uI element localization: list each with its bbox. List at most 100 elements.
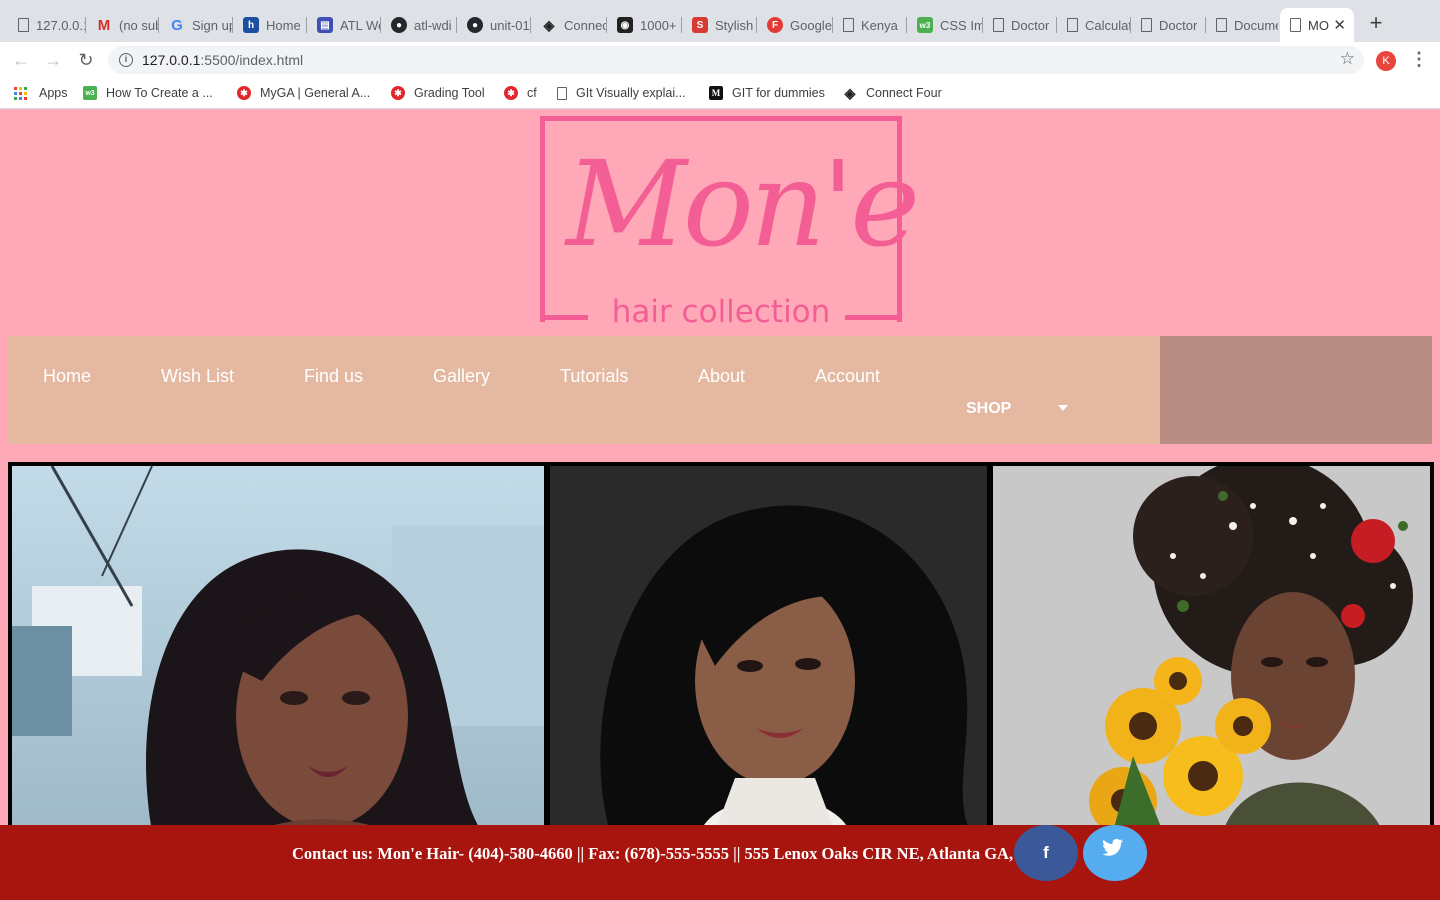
browser-tab[interactable]: ▤ ATL Web <box>307 8 381 42</box>
w3-icon: w3 <box>917 17 933 33</box>
browser-tab[interactable]: M (no subject) <box>86 8 159 42</box>
page-icon <box>1216 18 1227 32</box>
codepen-icon: ◈ <box>543 16 555 33</box>
page-icon <box>18 18 29 32</box>
facebook-icon[interactable]: f <box>1014 825 1078 881</box>
page-icon <box>557 86 567 100</box>
navbar-side-panel <box>1160 336 1432 444</box>
ga-icon: ✱ <box>504 86 518 100</box>
bookmark-item[interactable]: ◈ Connect Four <box>843 84 942 102</box>
tab-title: MO <box>1308 17 1329 33</box>
layout-icon: ▤ <box>317 17 333 33</box>
browser-tab[interactable]: Document <box>1206 8 1278 42</box>
close-tab-icon[interactable]: ✕ <box>1333 16 1346 34</box>
page-icon <box>1290 18 1301 32</box>
codepen-icon: ◈ <box>844 84 856 101</box>
browser-tab[interactable]: 127.0.0.1 <box>8 8 86 42</box>
browser-tab-active[interactable]: MO ✕ <box>1280 8 1354 42</box>
tab-title: 1000+ <box>640 17 677 33</box>
tab-title: Document <box>1234 17 1278 33</box>
google-icon: G <box>171 16 183 34</box>
browser-tab[interactable]: S Stylish <box>682 8 757 42</box>
browser-tab[interactable]: ● atl-wdi <box>381 8 457 42</box>
nav-link-home[interactable]: Home <box>43 366 91 386</box>
bookmark-apps[interactable]: Apps <box>14 84 68 102</box>
browser-tab[interactable]: Calculator <box>1057 8 1131 42</box>
github-icon: ● <box>391 17 407 33</box>
reload-icon[interactable]: ↻ <box>75 49 97 71</box>
tab-title: ATL Web <box>340 17 381 33</box>
tab-title: Google <box>790 17 832 33</box>
browser-tab-strip: 127.0.0.1 M (no subject) G Sign up h Hom… <box>0 0 1440 42</box>
nav-link-tutorials[interactable]: Tutorials <box>560 366 628 386</box>
f-icon: F <box>767 17 783 33</box>
profile-avatar[interactable]: K <box>1376 51 1396 71</box>
camera-icon: ◉ <box>617 17 633 33</box>
tab-title: Doctor <box>1011 17 1050 33</box>
tab-title: CSS Image <box>940 17 983 33</box>
browser-tab[interactable]: Doctor <box>983 8 1057 42</box>
bookmark-item[interactable]: GIt Visually explai... <box>557 84 686 102</box>
s-icon: S <box>692 17 708 33</box>
tab-title: Kenya <box>861 17 898 33</box>
tab-title: Doctor <box>1159 17 1198 33</box>
tab-title: (no subject) <box>119 17 159 33</box>
nav-link-about[interactable]: About <box>698 366 745 386</box>
browser-tab[interactable]: ◈ Connect <box>531 8 607 42</box>
bookmark-item[interactable]: w3 How To Create a ... <box>83 84 213 102</box>
tab-title: unit-01 <box>490 17 530 33</box>
w3-icon: w3 <box>83 86 97 100</box>
nav-link-find-us[interactable]: Find us <box>304 366 363 386</box>
url-text[interactable]: 127.0.0.1:5500/index.html <box>142 52 303 68</box>
back-icon[interactable]: ← <box>10 49 32 71</box>
page-icon <box>843 18 854 32</box>
bookmark-item[interactable]: ✱ Grading Tool <box>391 84 485 102</box>
apps-grid-icon <box>14 86 27 100</box>
browser-tab[interactable]: h Home <box>233 8 307 42</box>
tab-title: atl-wdi <box>414 17 452 33</box>
new-tab-icon[interactable]: + <box>1364 12 1388 36</box>
info-icon[interactable]: i <box>119 53 133 67</box>
model-photo-3 <box>993 466 1430 832</box>
browser-tab[interactable]: Doctor <box>1131 8 1206 42</box>
browser-tab[interactable]: F Google <box>757 8 833 42</box>
tab-title: Sign up <box>192 17 233 33</box>
page-icon <box>1067 18 1078 32</box>
medium-icon: M <box>709 86 723 100</box>
browser-tab[interactable]: G Sign up <box>159 8 233 42</box>
chevron-down-icon[interactable] <box>1058 405 1068 411</box>
bookmark-star-icon[interactable]: ☆ <box>1340 49 1355 69</box>
browser-tab[interactable]: ● unit-01 <box>457 8 531 42</box>
browser-tab[interactable]: Kenya <box>833 8 907 42</box>
nav-link-gallery[interactable]: Gallery <box>433 366 490 386</box>
tab-title: Home <box>266 17 301 33</box>
model-photo-1 <box>12 466 544 832</box>
nav-link-account[interactable]: Account <box>815 366 880 386</box>
tab-title: Connect <box>564 17 607 33</box>
browser-menu-icon[interactable]: ⋮ <box>1410 50 1428 70</box>
address-bar[interactable]: i 127.0.0.1:5500/index.html ☆ <box>108 46 1364 74</box>
tab-title: Calculator <box>1085 17 1131 33</box>
bookmark-item[interactable]: M GIT for dummies <box>709 84 825 102</box>
brand-logo[interactable]: Mon'e hair collection <box>540 116 920 330</box>
ga-icon: ✱ <box>237 86 251 100</box>
logo-subtitle: hair collection <box>611 294 831 330</box>
tab-title: 127.0.0.1 <box>36 17 86 33</box>
nav-link-wish-list[interactable]: Wish List <box>161 366 234 386</box>
shop-dropdown[interactable]: SHOP <box>966 399 1011 419</box>
browser-tab[interactable]: ◉ 1000+ <box>607 8 682 42</box>
bookmark-item[interactable]: ✱ cf <box>504 84 537 102</box>
gmail-icon: M <box>97 16 111 34</box>
footer-contact-text: Contact us: Mon'e Hair- (404)-580-4660 |… <box>292 844 1063 863</box>
page-icon <box>1141 18 1152 32</box>
bookmark-item[interactable]: ✱ MyGA | General A... <box>237 84 370 102</box>
ga-icon: ✱ <box>391 86 405 100</box>
twitter-icon[interactable] <box>1083 825 1147 881</box>
h-icon: h <box>243 17 259 33</box>
main-navbar <box>8 336 1160 444</box>
browser-tab[interactable]: w3 CSS Image <box>907 8 983 42</box>
page-icon <box>993 18 1004 32</box>
github-icon: ● <box>467 17 483 33</box>
model-photo-2 <box>550 466 987 832</box>
forward-icon[interactable]: → <box>42 49 64 71</box>
